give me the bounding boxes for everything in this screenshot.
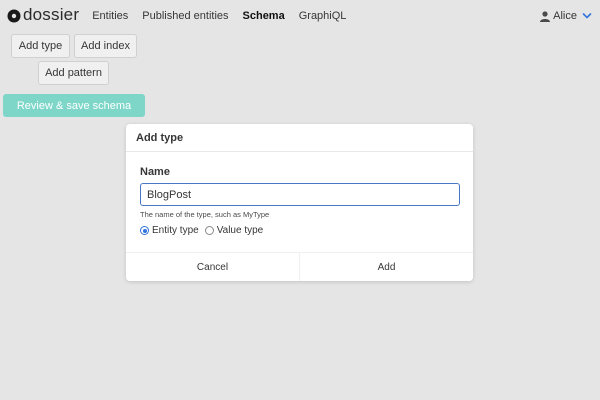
navbar: dossier Entities Published entities Sche… [0,0,600,32]
nav-link-schema[interactable]: Schema [243,10,285,22]
app: dossier Entities Published entities Sche… [0,0,600,400]
add-type-dialog: Add type Name The name of the type, such… [126,124,473,281]
cancel-button[interactable]: Cancel [126,253,300,281]
dialog-title: Add type [126,124,473,152]
add-pattern-button[interactable]: Add pattern [38,61,109,85]
nav-links: Entities Published entities Schema Graph… [92,10,360,22]
nav-link-graphiql[interactable]: GraphiQL [299,10,347,22]
radio-value-type[interactable]: Value type [204,225,264,236]
radio-entity-type-control[interactable] [140,226,149,235]
nav-link-published-entities[interactable]: Published entities [142,10,228,22]
type-kind-radio-group: Entity type Value type [140,225,269,236]
radio-entity-type[interactable]: Entity type [140,225,199,236]
add-index-button[interactable]: Add index [74,34,137,58]
nav-link-entities[interactable]: Entities [92,10,128,22]
radio-value-type-control[interactable] [204,226,214,235]
brand[interactable]: dossier [7,0,79,32]
radio-entity-type-label: Entity type [152,225,199,236]
name-help-text: The name of the type, such as MyType [140,210,270,219]
chevron-down-icon [582,13,592,19]
user-icon [540,10,551,22]
brand-name: dossier [23,5,80,24]
add-button[interactable]: Add [300,253,473,281]
add-type-button[interactable]: Add type [11,34,70,58]
user-menu[interactable]: Alice [540,0,592,32]
dialog-body: Name The name of the type, such as MyTyp… [126,152,473,252]
dialog-footer: Cancel Add [126,252,473,281]
radio-value-type-label: Value type [216,225,264,236]
review-save-schema-button[interactable]: Review & save schema [3,94,145,117]
type-name-input[interactable] [140,183,460,206]
user-name: Alice [553,10,577,22]
name-label: Name [140,166,170,178]
dossier-logo-icon [7,9,21,23]
